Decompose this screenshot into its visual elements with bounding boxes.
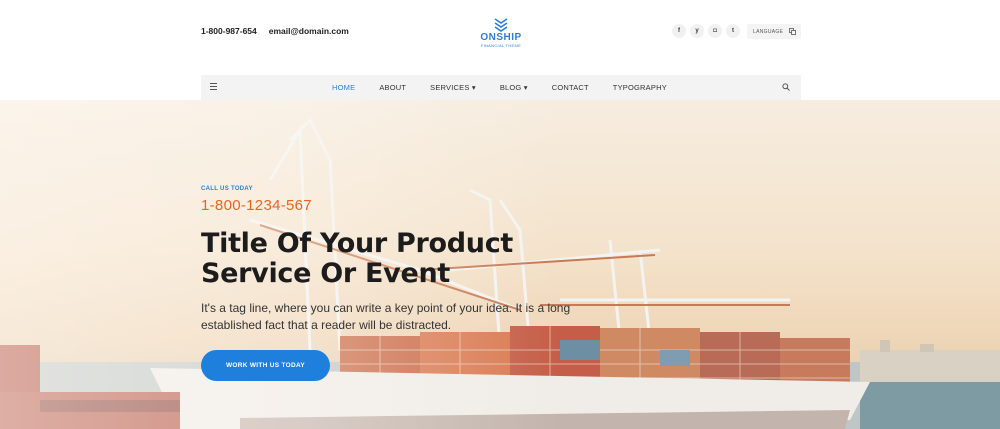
top-bar: 1-800-987-654 email@domain.com ONSHIP FI… bbox=[0, 0, 1000, 75]
nav-item-blog[interactable]: BLOG ▾ bbox=[500, 83, 528, 92]
hamburger-icon[interactable] bbox=[210, 83, 217, 92]
hero-tagline: It's a tag line, where you can write a k… bbox=[201, 301, 571, 332]
social-links: f y ◘ t bbox=[672, 24, 740, 38]
nav-item-about[interactable]: ABOUT bbox=[379, 83, 406, 92]
work-with-us-button[interactable]: WORK WITH US TODAY bbox=[201, 350, 330, 381]
nav-item-typography[interactable]: TYPOGRAPHY bbox=[613, 83, 667, 92]
site-logo[interactable]: ONSHIP FINANCIAL THEME bbox=[478, 18, 524, 48]
logo-tagline: FINANCIAL THEME bbox=[480, 43, 522, 48]
search-icon[interactable] bbox=[782, 83, 790, 91]
call-us-phone[interactable]: 1-800-1234-567 bbox=[201, 197, 312, 214]
instagram-icon[interactable]: ◘ bbox=[708, 24, 722, 38]
nav-item-home[interactable]: HOME bbox=[332, 83, 355, 92]
nav-item-services[interactable]: SERVICES ▾ bbox=[430, 83, 476, 92]
hero-title-line-2: Service Or Event bbox=[201, 258, 450, 289]
call-us-label: CALL US TODAY bbox=[201, 186, 253, 192]
header-email[interactable]: email@domain.com bbox=[269, 26, 349, 36]
twitter-icon[interactable]: y bbox=[690, 24, 704, 38]
header-phone[interactable]: 1-800-987-654 bbox=[201, 26, 257, 36]
facebook-icon[interactable]: f bbox=[672, 24, 686, 38]
contact-info: 1-800-987-654 email@domain.com bbox=[201, 26, 349, 36]
nav-item-contact[interactable]: CONTACT bbox=[552, 83, 589, 92]
tumblr-icon[interactable]: t bbox=[726, 24, 740, 38]
logo-name: ONSHIP bbox=[480, 32, 522, 43]
hero-title-line-1: Title Of Your Product bbox=[201, 228, 514, 259]
translate-icon bbox=[789, 28, 796, 35]
hero-title: Title Of Your Product Service Or Event bbox=[201, 229, 581, 289]
nav-menu: HOME ABOUT SERVICES ▾ BLOG ▾ CONTACT TYP… bbox=[332, 75, 691, 100]
language-selector[interactable]: LANGUAGE bbox=[747, 24, 801, 39]
logo-mark-icon bbox=[494, 18, 508, 32]
main-navigation: HOME ABOUT SERVICES ▾ BLOG ▾ CONTACT TYP… bbox=[201, 75, 801, 100]
language-label: LANGUAGE bbox=[753, 28, 784, 35]
